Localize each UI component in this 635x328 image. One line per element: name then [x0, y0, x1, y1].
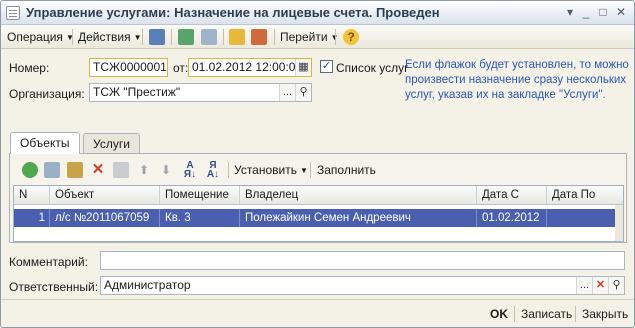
table-cell — [547, 209, 615, 227]
sort-ascending-icon[interactable]: A Я↓ — [182, 161, 198, 180]
edit-icon[interactable] — [67, 162, 83, 178]
window-menu-button[interactable]: ▾ — [562, 5, 578, 20]
chevron-down-icon: ▼ — [299, 166, 308, 175]
services-list-hint: Если флажок будет установлен, то можно п… — [405, 59, 629, 101]
minimize-button[interactable]: _ — [578, 5, 594, 20]
main-toolbar: Операция▼ Действия▼ Перейти▼ ? — [1, 25, 634, 49]
set-menu[interactable]: Установить ▼ — [234, 163, 308, 177]
comment-label: Комментарий: — [9, 255, 88, 269]
column-header[interactable]: Объект — [50, 186, 160, 205]
delete-icon[interactable]: ✕ — [90, 162, 106, 178]
select-ellipsis-button[interactable]: ... — [279, 84, 295, 101]
search-icon[interactable]: ⚲ — [608, 277, 624, 294]
table-row[interactable]: 1 л/с №2011067059 Кв. 3 Полежайкин Семен… — [14, 209, 615, 227]
comment-field[interactable] — [100, 251, 625, 270]
responsible-label: Ответственный: — [9, 280, 99, 294]
window-title: Управление услугами: Назначение на лицев… — [26, 5, 440, 20]
select-ellipsis-button[interactable]: ... — [576, 277, 592, 294]
move-down-icon[interactable]: ⬇ — [158, 162, 174, 178]
copy-row-icon[interactable] — [44, 162, 60, 178]
table-cell: 01.02.2012 — [477, 209, 547, 227]
date-value: 01.02.2012 12:00:09 — [192, 60, 303, 74]
table-header: N Объект Помещение Владелец Дата С Дата … — [14, 186, 623, 205]
fill-button[interactable]: Заполнить — [317, 163, 376, 177]
toolbar-divider — [171, 29, 172, 45]
table-scrollbar[interactable] — [615, 205, 623, 241]
goto-menu-label: Перейти — [280, 30, 328, 44]
document-icon — [6, 6, 20, 20]
table-cell: 1 — [14, 209, 50, 227]
ok-button[interactable]: OK — [490, 307, 508, 321]
toolbar-divider — [228, 162, 229, 178]
responsible-value: Администратор — [104, 278, 191, 292]
actions-menu-label: Действия — [78, 30, 131, 44]
export-icon[interactable] — [229, 29, 245, 45]
column-header[interactable]: Помещение — [160, 186, 240, 205]
number-label: Номер: — [9, 61, 50, 75]
services-list-label: Список услуг — [336, 61, 409, 75]
post-icon[interactable] — [149, 29, 165, 45]
column-header[interactable]: N — [14, 186, 50, 205]
organization-field[interactable]: ТСЖ "Престиж" ... ⚲ — [89, 83, 312, 102]
footer-divider — [514, 306, 515, 322]
save-button[interactable]: Записать — [521, 307, 572, 321]
toolbar-divider — [335, 29, 336, 45]
clear-icon[interactable]: ✕ — [592, 277, 608, 294]
organization-value: ТСЖ "Престиж" — [93, 85, 181, 99]
operation-menu[interactable]: Операция ▼ — [7, 30, 74, 44]
tab-services[interactable]: Услуги — [83, 133, 140, 153]
column-header[interactable]: Дата По — [547, 186, 623, 205]
column-header[interactable]: Дата С — [477, 186, 547, 205]
date-field[interactable]: 01.02.2012 12:00:09 ▦ — [188, 58, 312, 77]
footer-divider — [1, 299, 634, 300]
close-button[interactable]: Закрыть — [582, 307, 628, 321]
help-icon[interactable]: ? — [343, 29, 359, 45]
toolbar-divider — [310, 162, 311, 178]
add-icon[interactable] — [22, 162, 38, 178]
actions-menu[interactable]: Действия ▼ — [78, 30, 142, 44]
refresh-icon[interactable] — [178, 29, 194, 45]
copy-icon[interactable] — [201, 29, 217, 45]
save-row-icon[interactable] — [113, 162, 129, 178]
sort-descending-icon[interactable]: Я A↓ — [205, 161, 221, 180]
responsible-field[interactable]: Администратор ... ✕ ⚲ — [100, 276, 625, 295]
services-list-checkbox[interactable]: ✓ — [320, 60, 333, 73]
tab-objects[interactable]: Объекты — [10, 132, 80, 154]
table-cell: л/с №2011067059 — [50, 209, 160, 227]
set-menu-label: Установить — [234, 163, 297, 177]
maximize-button[interactable]: □ — [595, 5, 611, 20]
objects-table[interactable]: N Объект Помещение Владелец Дата С Дата … — [13, 185, 624, 242]
search-icon[interactable]: ⚲ — [295, 84, 311, 101]
goto-menu[interactable]: Перейти▼ — [280, 30, 338, 44]
operation-menu-label: Операция — [7, 30, 63, 44]
column-header[interactable]: Владелец — [240, 186, 477, 205]
table-cell: Кв. 3 — [160, 209, 240, 227]
toolbar-divider — [274, 29, 275, 45]
organization-label: Организация: — [9, 87, 85, 101]
toolbar-divider — [72, 29, 73, 45]
chevron-down-icon: ▼ — [133, 33, 142, 42]
table-cell: Полежайкин Семен Андреевич — [240, 209, 477, 227]
toolbar-divider — [142, 29, 143, 45]
print-icon[interactable] — [251, 29, 267, 45]
close-window-button[interactable]: ✕ — [613, 5, 629, 20]
move-up-icon[interactable]: ⬆ — [136, 162, 152, 178]
document-window: Управление услугами: Назначение на лицев… — [0, 0, 635, 328]
toolbar-divider — [223, 29, 224, 45]
calendar-icon[interactable]: ▦ — [295, 59, 311, 76]
footer-divider — [575, 306, 576, 322]
date-label: от: — [173, 61, 189, 75]
title-bar: Управление услугами: Назначение на лицев… — [1, 1, 634, 25]
number-field[interactable]: ТСЖ00000016 — [89, 58, 168, 77]
